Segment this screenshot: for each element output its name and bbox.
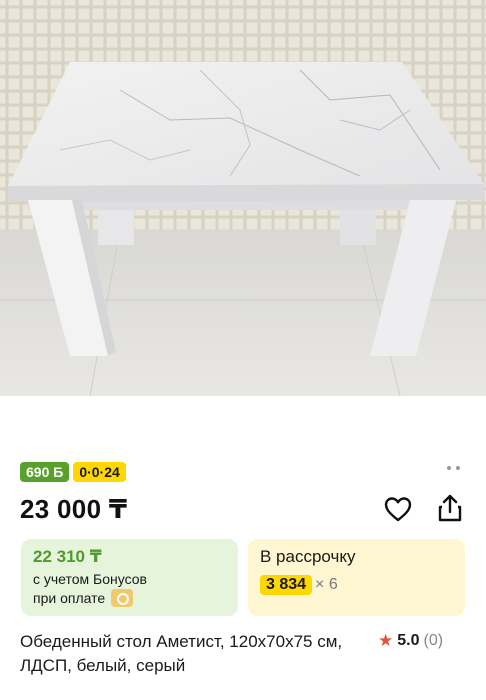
kaspi-icon	[111, 589, 134, 607]
bonus-line-2-text: при оплате	[33, 590, 106, 606]
bonus-price: 22 310 ₸	[33, 547, 102, 566]
dot	[447, 466, 451, 470]
table-image	[0, 0, 486, 396]
bonus-line-1: с учетом Бонусов	[33, 571, 147, 587]
product-name: Обеденный стол Аметист, 120x70x75 см, ЛД…	[20, 632, 343, 675]
bonus-badge: 690 Б	[20, 462, 70, 482]
installment-multiplier: × 6	[315, 576, 338, 593]
installment-title: В рассрочку	[260, 547, 356, 566]
installment-card[interactable]: В рассрочку 3 834 × 6	[248, 539, 465, 616]
installment-row: 3 834 × 6	[260, 575, 453, 595]
installment-monthly: 3 834	[260, 575, 313, 595]
star-icon: ★	[378, 631, 394, 650]
more-dots-icon[interactable]	[447, 466, 460, 470]
badges: 690 Б 0·0·24	[20, 462, 126, 482]
product-price: 23 000 ₸	[20, 494, 128, 524]
heart-icon[interactable]	[383, 494, 413, 524]
rating-score: 5.0	[397, 632, 420, 649]
rating-count: (0)	[423, 632, 444, 649]
bonus-line-2: при оплате	[33, 589, 226, 607]
bonus-price-card[interactable]: 22 310 ₸ с учетом Бонусов при оплате	[21, 539, 238, 616]
rating[interactable]: ★ 5.0 (0)	[378, 631, 443, 651]
installment-badge: 0·0·24	[73, 462, 126, 482]
separator	[0, 396, 486, 450]
dot	[456, 466, 460, 470]
product-photo[interactable]	[0, 0, 486, 396]
share-icon[interactable]	[434, 492, 466, 524]
